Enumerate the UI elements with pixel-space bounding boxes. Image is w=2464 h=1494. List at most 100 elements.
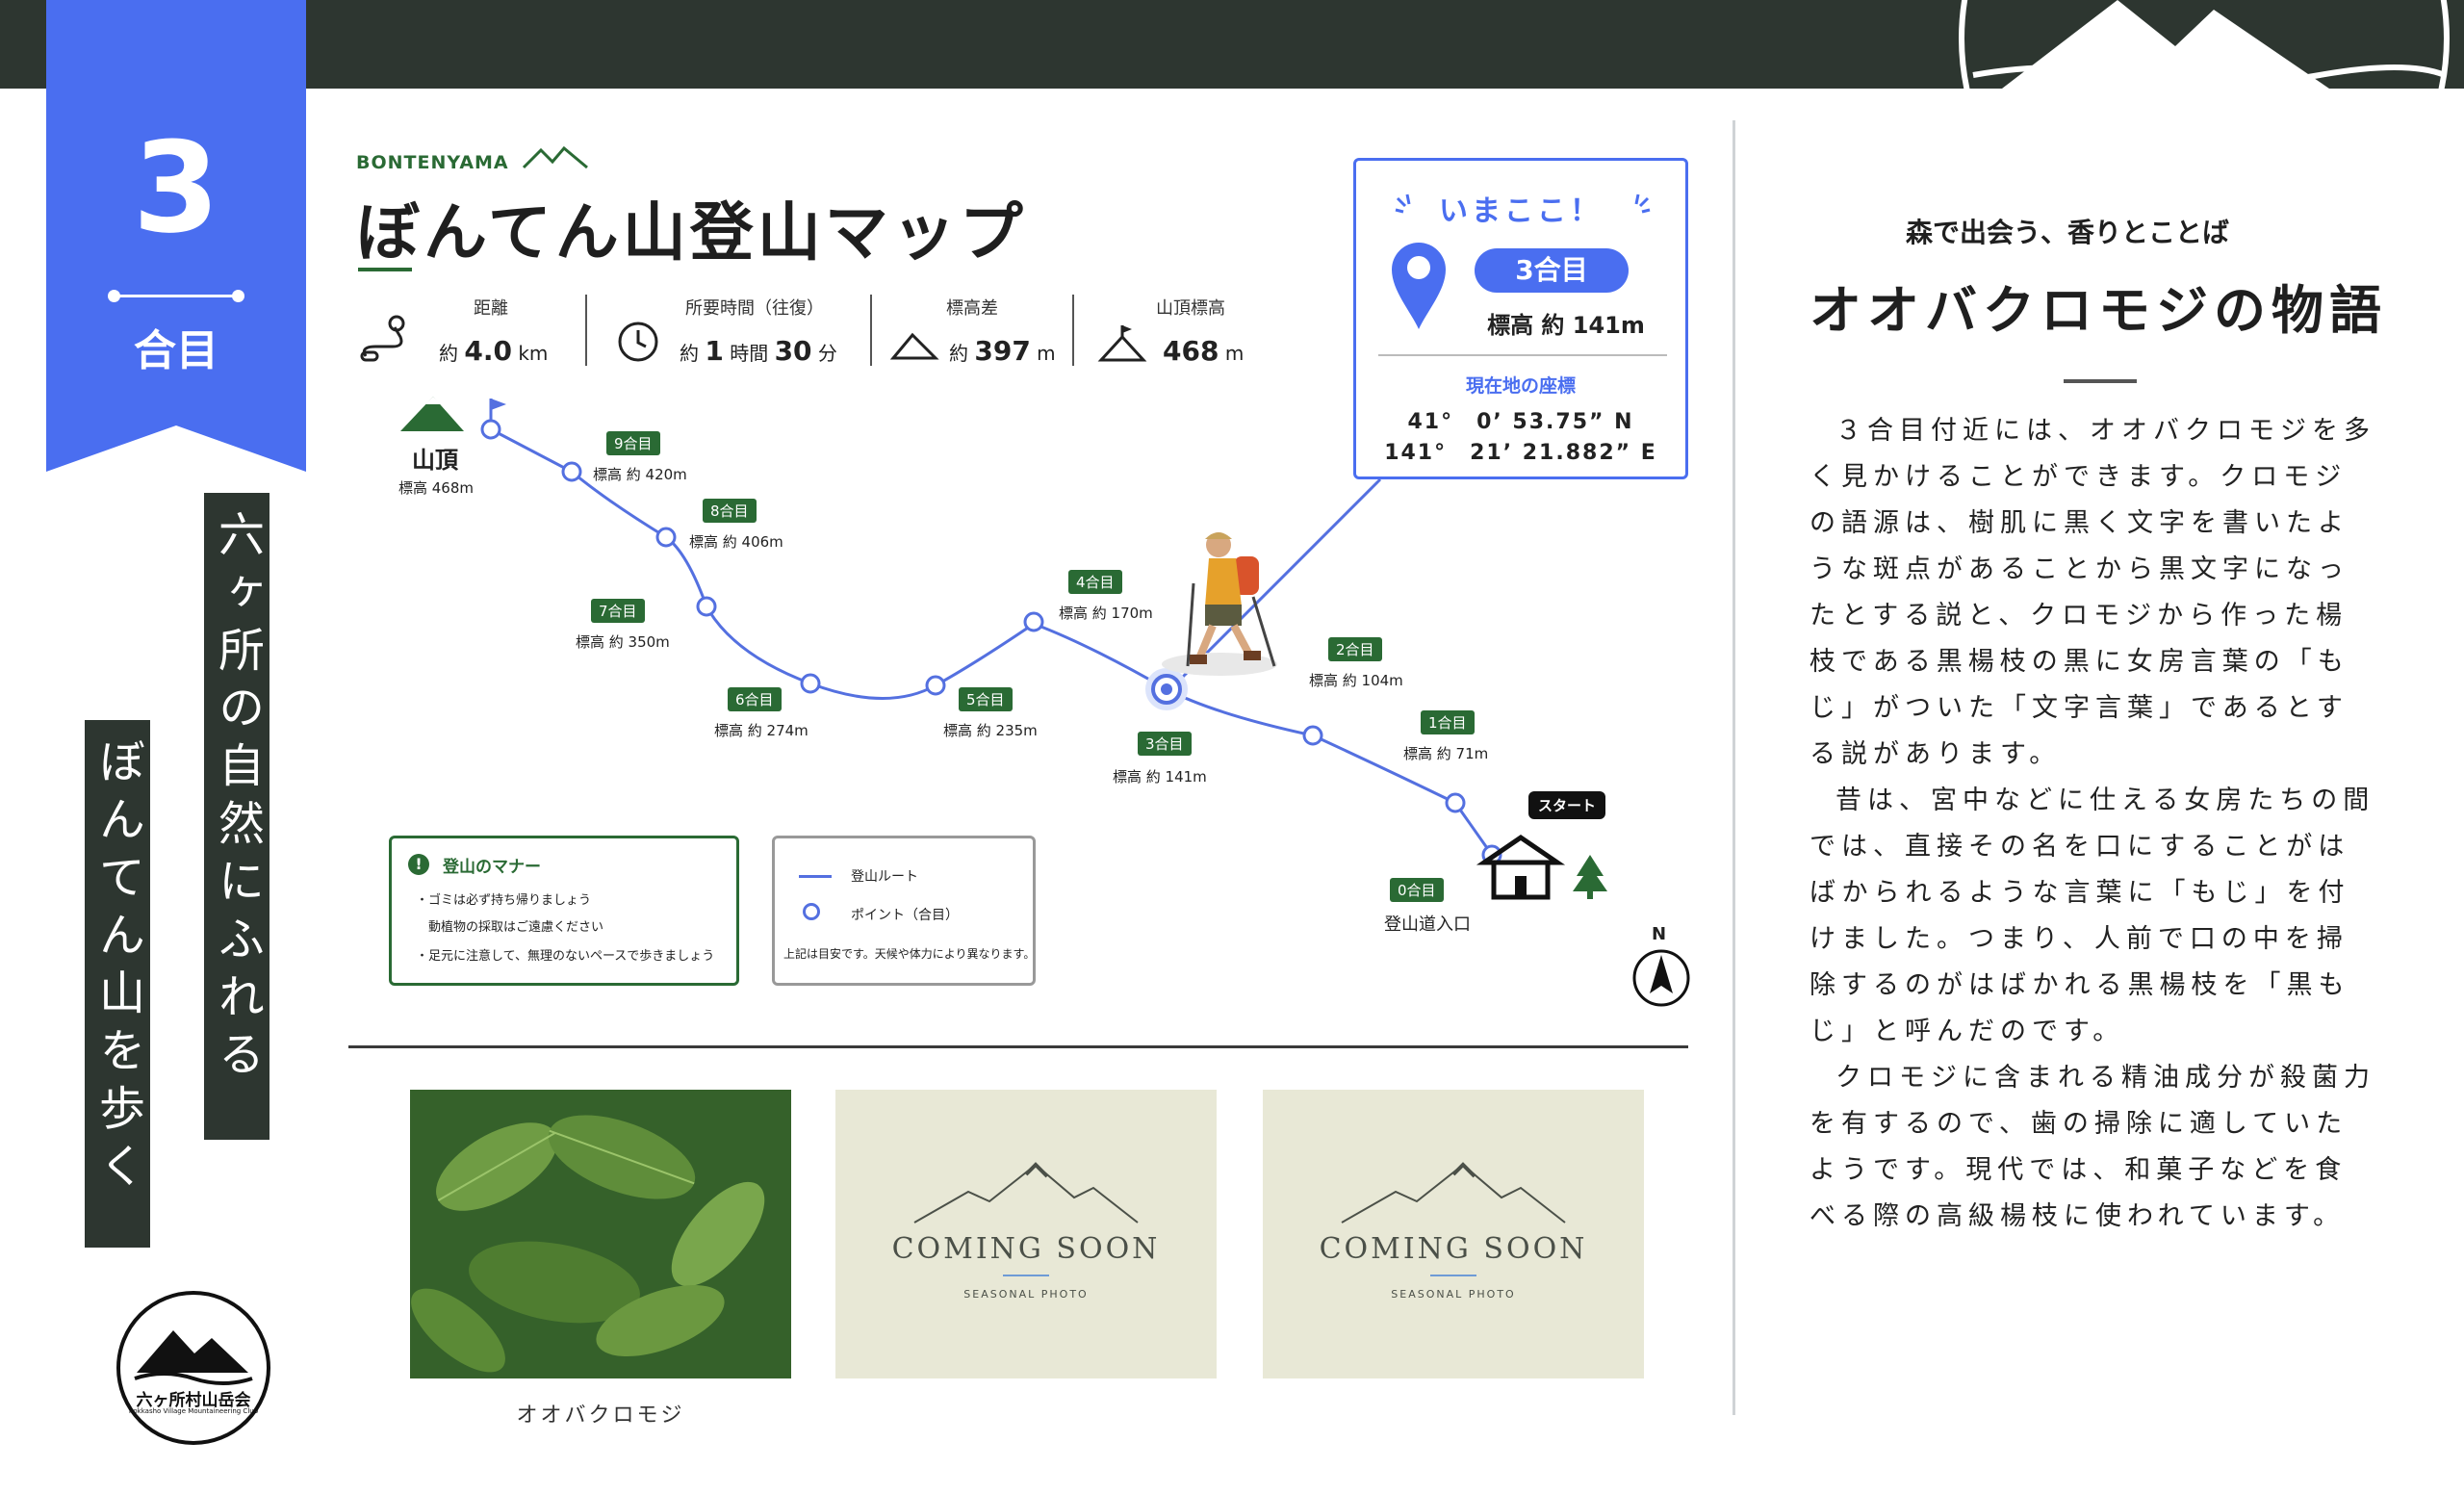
hiker-illustration	[1162, 532, 1277, 676]
exclamation-icon: !	[408, 854, 429, 875]
stat-distance: 距離 約 4.0 km	[356, 295, 568, 372]
stat-number: 30	[774, 335, 812, 367]
stat-separator	[585, 295, 587, 366]
station-unit: 合目	[134, 326, 218, 375]
route-point	[1302, 725, 1323, 746]
vertical-caption-text: 六ヶ所の自然にふれる	[210, 510, 264, 1088]
station-tag: 4合目	[1068, 570, 1122, 594]
stat-prefix: 約	[949, 342, 968, 365]
route-point	[1023, 611, 1044, 632]
station-elevation: 標高 約 350m	[576, 633, 670, 651]
station-tag: 1合目	[1421, 710, 1475, 734]
station-tag: 8合目	[703, 499, 757, 523]
current-elevation: 標高 約 141m	[1487, 312, 1645, 339]
mountain-logo-icon	[1959, 0, 2450, 89]
mountain-icon	[913, 1162, 1139, 1224]
leaf-image	[410, 1090, 791, 1378]
story-title: オオバクロモジの物語	[1810, 280, 2387, 341]
station-tag: 5合目	[959, 687, 1013, 711]
coming-soon-underline	[1430, 1275, 1476, 1276]
badge-divider	[114, 295, 239, 297]
route-point	[925, 675, 946, 696]
stat-number: 468	[1163, 335, 1219, 367]
trailhead-label: 登山道入口	[1384, 914, 1471, 935]
stat-number: 1	[705, 335, 724, 367]
club-name-en: Rokkasho Village Mountaineering Club	[128, 1407, 259, 1415]
summit-elevation: 標高 468m	[398, 479, 475, 497]
summit-flag-icon	[491, 399, 506, 410]
north-arrow-icon	[1632, 949, 1690, 1007]
story-paragraph: ３合目付近には、オオバクロモジを多く見かけることができます。クロモジの語源は、樹…	[1810, 416, 2375, 769]
route-point	[1445, 792, 1466, 813]
manners-item: ・足元に注意して、無理のないペースで歩きましょう	[416, 949, 715, 964]
tree-icon	[1573, 855, 1607, 899]
vertical-caption-walk: ぼんてん山を歩く	[85, 720, 150, 1248]
summit-flag-icon	[1097, 325, 1147, 362]
stat-unit: m	[1037, 342, 1056, 365]
title-underline	[358, 268, 412, 271]
story-paragraph: 昔は、宮中などに仕える女房たちの間では、直接その名を口にすることがはばかられるよ…	[1810, 786, 2375, 1046]
stat-summit: 山頂標高 468 m	[1093, 295, 1276, 372]
stat-label: 標高差	[946, 298, 998, 319]
vertical-caption-text: ぼんてん山を歩く	[90, 737, 144, 1199]
stat-unit: 分	[817, 342, 837, 365]
station-tag: 0合目	[1390, 878, 1444, 902]
column-divider	[1732, 120, 1735, 1415]
mountain-icon	[889, 332, 939, 360]
story-body: ３合目付近には、オオバクロモジを多く見かけることができます。クロモジの語源は、樹…	[1810, 408, 2377, 1240]
station-elevation: 標高 約 170m	[1059, 605, 1153, 622]
clock-icon	[618, 322, 658, 362]
stat-unit: km	[518, 342, 549, 365]
route-point	[800, 673, 821, 694]
panel-divider	[1378, 354, 1667, 356]
start-label: スタート	[1528, 791, 1606, 819]
stat-prefix: 約	[439, 342, 458, 365]
map-divider	[348, 1045, 1688, 1048]
map-title: ぼんてん山登山マップ	[356, 195, 1027, 270]
station-tag: 2合目	[1328, 637, 1382, 661]
station-elevation: 標高 約 274m	[714, 722, 808, 739]
coming-soon-subtitle: SEASONAL PHOTO	[963, 1288, 1089, 1301]
stat-separator	[870, 295, 872, 366]
stat-number: 4.0	[464, 335, 512, 367]
legend-point-label: ポイント（合目）	[851, 908, 959, 923]
stat-time: 所要時間（往復） 約 1 時間 30 分	[610, 295, 860, 372]
stat-number: 397	[974, 335, 1031, 367]
route-point	[480, 419, 501, 440]
stat-prefix: 約	[680, 342, 699, 365]
manners-title: 登山のマナー	[443, 858, 541, 877]
summit-name: 山頂	[412, 447, 458, 474]
photo-caption: オオバクロモジ	[516, 1404, 685, 1428]
manners-item: 動植物の採取はご遠慮ください	[416, 920, 604, 935]
legend-route-swatch	[799, 875, 832, 878]
sparkle-icon	[1634, 193, 1651, 214]
story-paragraph: クロモジに含まれる精油成分が殺菌力を有するので、歯の掃除に適していたようです。現…	[1810, 1063, 2375, 1231]
story-divider	[2064, 379, 2137, 383]
location-pin-icon	[1392, 243, 1446, 329]
coming-soon-title: COMING SOON	[891, 1232, 1161, 1266]
route-point	[561, 461, 582, 482]
station-elevation: 標高 約 235m	[943, 722, 1038, 739]
legend-point-swatch	[803, 903, 820, 920]
stat-unit: m	[1224, 342, 1245, 365]
legend-route-label: 登山ルート	[851, 869, 918, 885]
brand-name: BONTENYAMA	[356, 152, 509, 173]
station-elevation: 標高 約 420m	[593, 466, 687, 483]
coming-soon-title: COMING SOON	[1319, 1232, 1588, 1266]
coming-soon-underline	[1003, 1275, 1049, 1276]
station-tag: 9合目	[606, 431, 660, 455]
club-logo: 六ヶ所村山岳会 Rokkasho Village Mountaineering …	[116, 1290, 271, 1446]
stat-label: 所要時間（往復）	[685, 298, 824, 319]
current-station-badge: 3合目	[1475, 248, 1629, 293]
station-tag: 3合目	[1138, 732, 1192, 756]
route-icon	[360, 315, 405, 362]
sparkle-icon	[1395, 193, 1411, 214]
coming-soon-card: COMING SOON SEASONAL PHOTO	[1263, 1090, 1644, 1378]
stat-elevation-gain: 標高差 約 397 m	[886, 295, 1059, 372]
story-subtitle: 森で出会う、香りとことば	[1906, 217, 2230, 248]
vertical-caption-nature: 六ヶ所の自然にふれる	[204, 493, 270, 1140]
stat-label: 山頂標高	[1156, 298, 1225, 319]
station-elevation: 標高 約 71m	[1403, 745, 1489, 762]
route-point	[655, 527, 677, 548]
legend-note: 上記は目安です。天候や体力により異なります。	[783, 947, 1036, 961]
